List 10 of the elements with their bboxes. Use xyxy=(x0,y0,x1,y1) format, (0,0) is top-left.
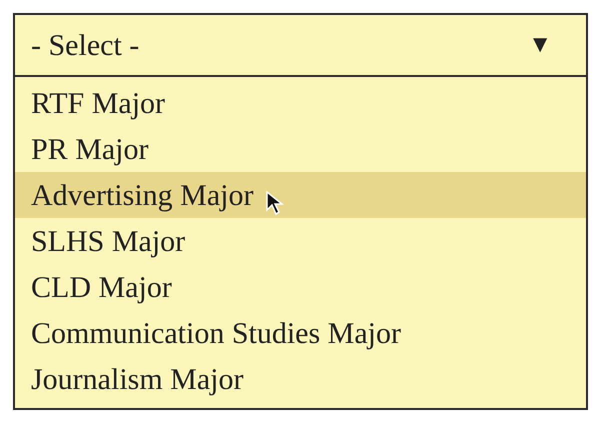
dropdown-option[interactable]: Advertising Major xyxy=(15,172,586,218)
select-value: - Select - xyxy=(31,28,140,64)
select-field[interactable]: - Select - ▼ xyxy=(15,15,586,77)
dropdown-option[interactable]: RTF Major xyxy=(15,80,586,126)
dropdown-option[interactable]: Communication Studies Major xyxy=(15,310,586,356)
dropdown-option[interactable]: SLHS Major xyxy=(15,218,586,264)
dropdown-option[interactable]: CLD Major xyxy=(15,264,586,310)
dropdown-option[interactable]: PR Major xyxy=(15,126,586,172)
dropdown-option[interactable]: Journalism Major xyxy=(15,356,586,402)
dropdown-arrow: ▼ xyxy=(528,31,552,60)
